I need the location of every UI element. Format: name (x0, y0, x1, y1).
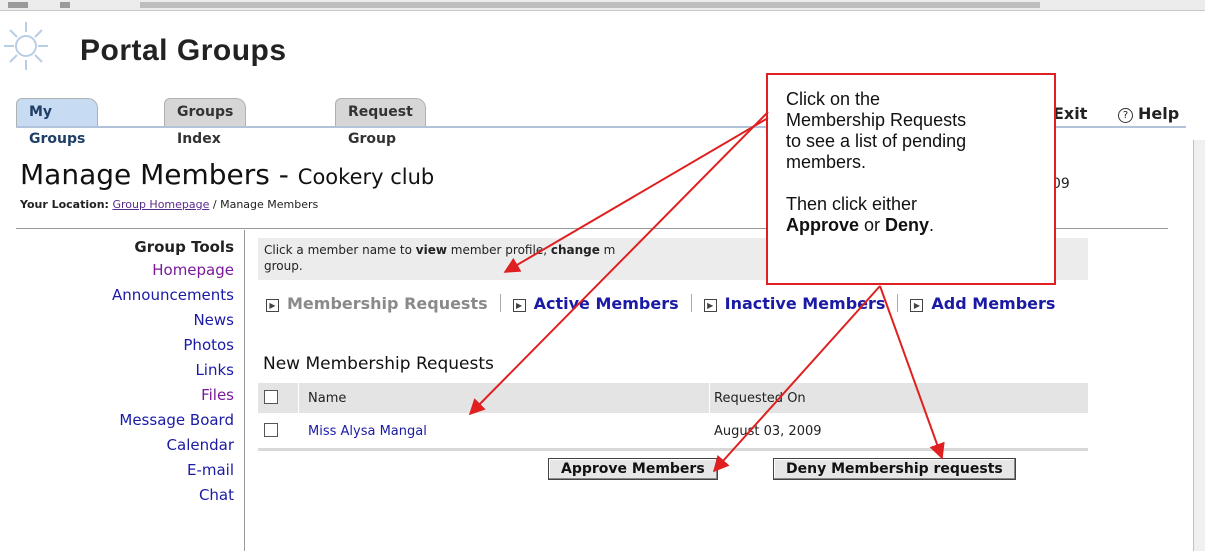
help-icon: ? (1118, 108, 1133, 123)
column-header-requested-on: Requested On (714, 391, 806, 406)
page-title-text: Manage Members (20, 158, 270, 191)
help-link[interactable]: ? Help (1118, 104, 1179, 123)
nav-membership-requests[interactable]: ▶ Membership Requests (266, 294, 488, 313)
callout-approve: Approve (786, 215, 860, 235)
sidebar-item-email[interactable]: E-mail (0, 458, 234, 483)
sidebar: Group Tools Homepage Announcements News … (0, 236, 234, 508)
callout-or: or (859, 215, 886, 235)
instruction-callout: Click on the Membership Requests to see … (766, 73, 1056, 285)
nav-active-members-label: Active Members (533, 294, 679, 313)
breadcrumb-link-group-homepage[interactable]: Group Homepage (112, 198, 209, 211)
nav-add-members-label: Add Members (931, 294, 1056, 313)
sidebar-item-files[interactable]: Files (0, 383, 234, 408)
page-title: Manage Members - Cookery club (20, 158, 434, 191)
sidebar-item-news[interactable]: News (0, 308, 234, 333)
member-nav: ▶ Membership Requests ▶ Active Members ▶ Inac… (266, 294, 1055, 313)
tab-groups-index[interactable]: Groups Index (164, 98, 247, 147)
row-checkbox[interactable] (264, 423, 278, 437)
callout-line-2: Membership Requests (786, 110, 967, 130)
callout-end: . (929, 215, 935, 235)
info-bold-change: change (550, 243, 600, 257)
tab-my-groups[interactable]: My Groups (16, 98, 99, 147)
scrollbar[interactable] (1193, 140, 1205, 551)
approve-members-button[interactable]: Approve Members (548, 458, 718, 480)
bullet-arrow-icon: ▶ (512, 299, 526, 312)
portal-title: Portal Groups (80, 34, 287, 67)
column-divider (709, 383, 710, 413)
group-name: Cookery club (297, 165, 435, 189)
deny-membership-requests-button[interactable]: Deny Membership requests (773, 458, 1016, 480)
sidebar-item-chat[interactable]: Chat (0, 483, 234, 508)
bullet-arrow-icon: ▶ (910, 299, 924, 312)
nav-separator (499, 294, 501, 312)
callout-line-5: Then click either (786, 194, 918, 214)
column-divider (298, 383, 299, 413)
sidebar-item-calendar[interactable]: Calendar (0, 433, 234, 458)
sidebar-item-photos[interactable]: Photos (0, 333, 234, 358)
section-title: New Membership Requests (263, 354, 494, 374)
bullet-arrow-icon: ▶ (703, 299, 717, 312)
table-footer-line (258, 448, 1088, 451)
sidebar-item-homepage[interactable]: Homepage (0, 258, 234, 283)
nav-separator (897, 294, 899, 312)
breadcrumb: Your Location: Group Homepage / Manage M… (20, 198, 318, 211)
nav-inactive-members[interactable]: ▶ Inactive Members (703, 294, 886, 313)
table-header: Name Requested On (258, 383, 1088, 413)
sidebar-item-message-board[interactable]: Message Board (0, 408, 234, 433)
select-all-checkbox[interactable] (264, 390, 278, 404)
nav-inactive-members-label: Inactive Members (724, 294, 886, 313)
nav-separator (690, 294, 692, 312)
help-label: Help (1138, 104, 1180, 123)
portal-logo-icon (4, 22, 48, 70)
nav-active-members[interactable]: ▶ Active Members (512, 294, 679, 313)
sidebar-item-announcements[interactable]: Announcements (0, 283, 234, 308)
breadcrumb-current: Manage Members (220, 198, 319, 211)
sidebar-divider (244, 230, 245, 551)
table-row: Miss Alysa Mangal August 03, 2009 (258, 416, 1088, 446)
page-title-separator: - (269, 158, 298, 191)
sidebar-title: Group Tools (134, 238, 234, 256)
callout-line-1: Click on the (786, 89, 881, 109)
info-bold-view: view (415, 243, 447, 257)
breadcrumb-separator: / (209, 198, 221, 211)
callout-line-6: Approve or Deny. (786, 215, 1054, 236)
breadcrumb-label: Your Location: (20, 198, 109, 211)
info-text-2: member profile, (446, 243, 551, 257)
exit-link[interactable]: Exit (1053, 104, 1087, 123)
callout-line-4: members. (786, 152, 867, 172)
tab-request-group[interactable]: Request Group (335, 98, 426, 147)
callout-line-3: to see a list of pending (786, 131, 967, 151)
bullet-arrow-icon: ▶ (266, 299, 279, 312)
browser-address-strip (0, 0, 1205, 11)
info-text-1: Click a member name to (264, 243, 416, 257)
member-name-link[interactable]: Miss Alysa Mangal (308, 424, 427, 439)
callout-deny: Deny (885, 215, 930, 235)
column-header-name: Name (308, 391, 347, 406)
sidebar-item-links[interactable]: Links (0, 358, 234, 383)
nav-membership-requests-label: Membership Requests (287, 294, 488, 313)
requested-on-date: August 03, 2009 (714, 424, 822, 439)
info-text-3: m (599, 243, 616, 257)
nav-add-members[interactable]: ▶ Add Members (910, 294, 1055, 313)
